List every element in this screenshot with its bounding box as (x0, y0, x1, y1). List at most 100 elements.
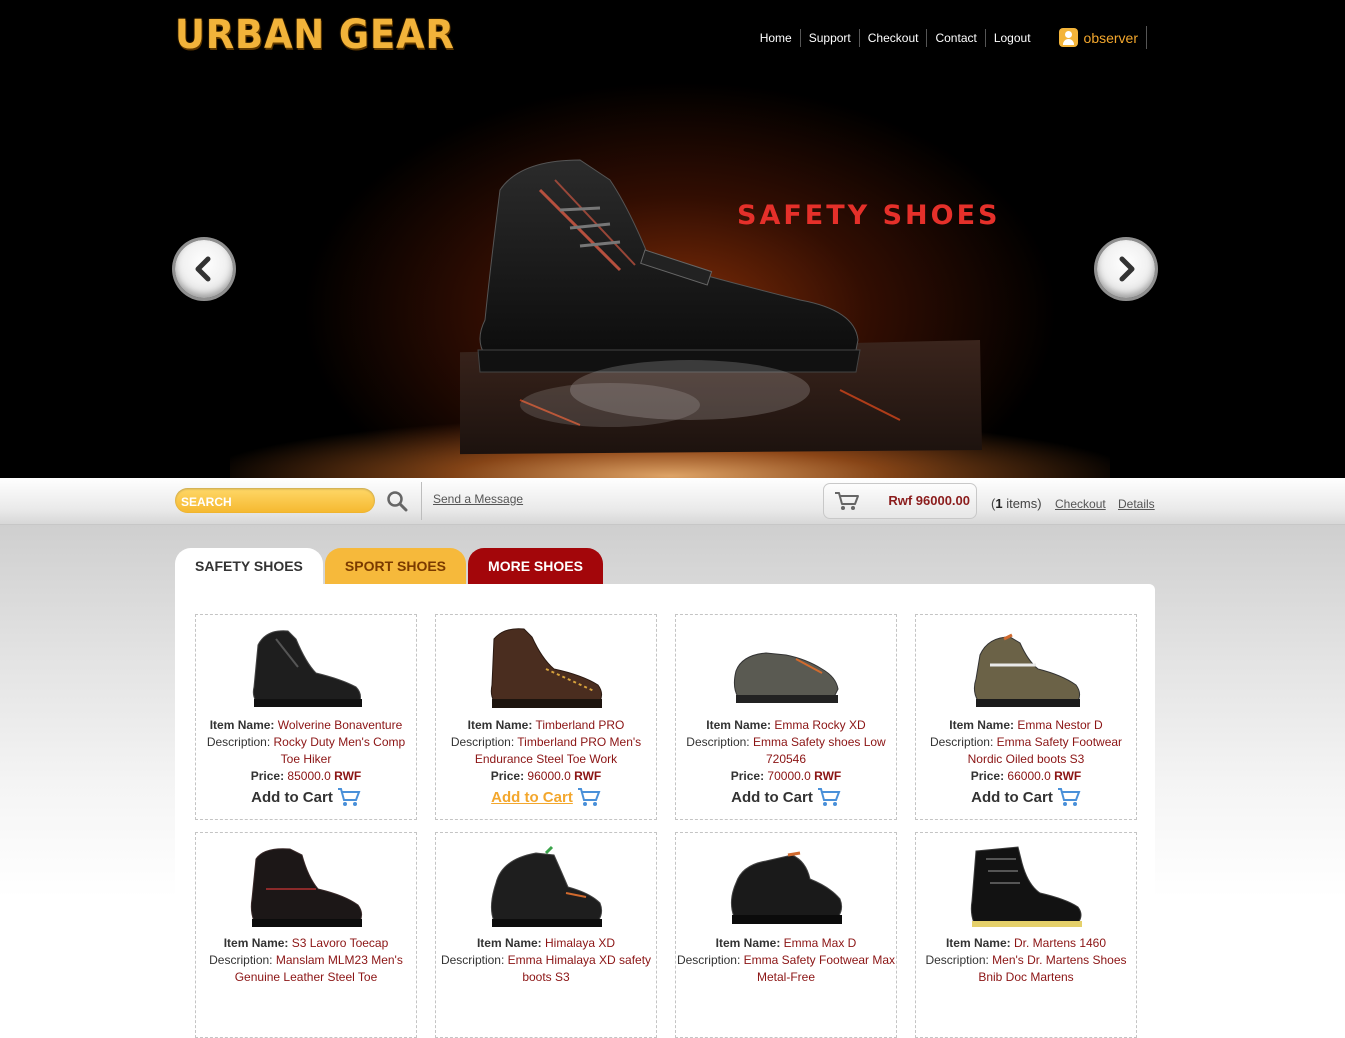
details-link[interactable]: Details (1118, 497, 1155, 511)
product-image[interactable] (966, 625, 1086, 713)
item-description: Rocky Duty Men's Comp Toe Hiker (273, 735, 406, 766)
user-name: observer (1083, 29, 1138, 46)
carousel-next-button[interactable] (1097, 240, 1155, 298)
description-label: Description: (206, 735, 271, 749)
cart-total: Rwf 96000.00 (888, 493, 970, 508)
product-card: Item Name: Himalaya XD Description: Emma… (435, 832, 657, 1038)
item-name-label: Item Name: (945, 936, 1011, 950)
product-image[interactable] (726, 843, 846, 931)
description-label: Description: (676, 953, 741, 967)
item-name: Wolverine Bonaventure (277, 718, 403, 732)
currency-label: RWF (334, 769, 362, 783)
product-card: Item Name: Wolverine Bonaventure Descrip… (195, 614, 417, 820)
price-label: Price: (730, 769, 765, 783)
currency-label: RWF (1054, 769, 1082, 783)
price-label: Price: (970, 769, 1005, 783)
product-card: Item Name: Dr. Martens 1460 Description:… (915, 832, 1137, 1038)
description-label: Description: (929, 735, 994, 749)
item-description: Emma Safety shoes Low 720546 (752, 735, 886, 766)
item-name-label: Item Name: (476, 936, 542, 950)
toolbar-divider (421, 482, 422, 520)
product-card: Item Name: Emma Rocky XD Description: Em… (675, 614, 897, 820)
add-to-cart-label: Add to Cart (971, 788, 1053, 806)
nav-logout[interactable]: Logout (984, 28, 1039, 47)
top-nav: Home Support Checkout Contact Logout obs… (752, 26, 1147, 49)
cart-plus-icon (817, 788, 841, 806)
cart-count: 1 (995, 496, 1003, 511)
item-description: Emma Himalaya XD safety boots S3 (507, 953, 652, 984)
toolbar: Send a Message Rwf 96000.00 (1 items) Ch… (0, 478, 1345, 525)
description-label: Description: (450, 735, 515, 749)
add-to-cart-button[interactable]: Add to Cart (491, 787, 601, 807)
product-image[interactable] (486, 625, 606, 713)
item-name-label: Item Name: (949, 718, 1014, 732)
cart-summary[interactable]: Rwf 96000.00 (823, 483, 977, 519)
item-name: S3 Lavoro Toecap (291, 936, 389, 950)
cart-plus-icon (577, 788, 601, 806)
hero-title: SAFETY SHOES (737, 200, 1001, 231)
product-card: Item Name: Timberland PRO Description: T… (435, 614, 657, 820)
add-to-cart-button[interactable]: Add to Cart (731, 787, 841, 807)
item-name: Himalaya XD (545, 936, 616, 950)
nav-contact[interactable]: Contact (926, 28, 984, 47)
search-box (175, 488, 375, 513)
item-name-label: Item Name: (715, 936, 781, 950)
add-to-cart-label: Add to Cart (491, 788, 573, 806)
item-price: 85000.0 (287, 769, 331, 783)
add-to-cart-button[interactable]: Add to Cart (251, 787, 361, 807)
product-card: Item Name: Emma Max D Description: Emma … (675, 832, 897, 1038)
product-card: Item Name: Emma Nestor D Description: Em… (915, 614, 1137, 820)
product-image[interactable] (726, 625, 846, 713)
product-grid: Item Name: Wolverine Bonaventure Descrip… (195, 614, 1137, 1038)
product-panel: Item Name: Wolverine Bonaventure Descrip… (175, 584, 1155, 1038)
tab-sport-shoes[interactable]: SPORT SHOES (324, 548, 467, 584)
user-icon (1058, 28, 1078, 47)
add-to-cart-label: Add to Cart (731, 788, 813, 806)
price-label: Price: (250, 769, 285, 783)
nav-checkout[interactable]: Checkout (858, 28, 927, 47)
description-label: Description: (209, 953, 273, 967)
cart-plus-icon (337, 788, 361, 806)
product-image[interactable] (246, 843, 366, 931)
brand-logo[interactable]: URBAN GEAR (175, 12, 455, 58)
checkout-link[interactable]: Checkout (1055, 497, 1106, 511)
item-name-label: Item Name: (467, 718, 533, 732)
add-to-cart-button[interactable]: Add to Cart (971, 787, 1081, 807)
nav-support[interactable]: Support (799, 28, 859, 47)
item-price: 66000.0 (1007, 769, 1051, 783)
item-name-label: Item Name: (209, 718, 275, 732)
item-name-label: Item Name: (706, 718, 771, 732)
cart-item-count: (1 items) (991, 496, 1042, 511)
product-card: Item Name: S3 Lavoro Toecap Description:… (195, 832, 417, 1038)
carousel-prev-button[interactable] (175, 240, 233, 298)
description-label: Description: (686, 735, 750, 749)
tab-safety-shoes[interactable]: SAFETY SHOES (175, 548, 323, 584)
description-label: Description: (440, 953, 505, 967)
item-price: 70000.0 (767, 769, 811, 783)
product-image[interactable] (246, 625, 366, 713)
shopping-cart-icon (835, 492, 859, 510)
nav-home[interactable]: Home (752, 29, 800, 47)
item-name: Dr. Martens 1460 (1013, 936, 1107, 950)
item-description: Emma Safety Footwear Max Metal-Free (743, 953, 896, 984)
item-name: Emma Rocky XD (774, 718, 866, 732)
currency-label: RWF (574, 769, 602, 783)
chevron-left-icon (195, 256, 211, 282)
chevron-right-icon (1119, 256, 1135, 282)
search-icon[interactable] (386, 490, 408, 512)
send-message-link[interactable]: Send a Message (433, 492, 523, 506)
add-to-cart-label: Add to Cart (251, 788, 333, 806)
item-name: Timberland PRO (535, 718, 625, 732)
product-image[interactable] (486, 843, 606, 931)
user-menu[interactable]: observer (1051, 26, 1147, 49)
search-input[interactable] (179, 492, 363, 511)
item-name: Emma Max D (783, 936, 857, 950)
cart-items-suffix: items) (1006, 496, 1042, 511)
item-name-label: Item Name: (223, 936, 289, 950)
tab-more-shoes[interactable]: MORE SHOES (468, 548, 603, 584)
hero-banner: URBAN GEAR Home Support Checkout Contact… (0, 0, 1345, 478)
description-label: Description: (925, 953, 989, 967)
currency-label: RWF (814, 769, 842, 783)
product-image[interactable] (966, 843, 1086, 931)
price-label: Price: (490, 769, 525, 783)
